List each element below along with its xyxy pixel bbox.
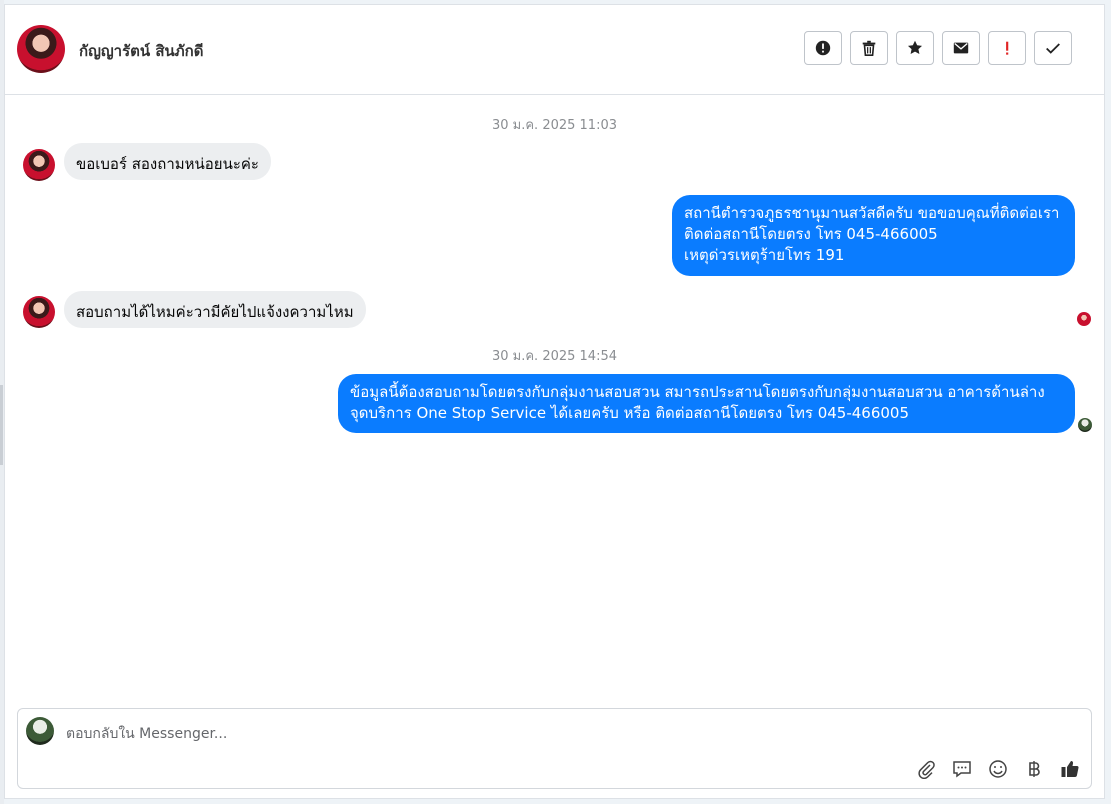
timestamp: 30 ม.ค. 2025 11:03 xyxy=(491,118,618,133)
alert-circle-icon xyxy=(815,40,831,56)
mark-unread-button[interactable] xyxy=(942,31,980,65)
message-line: ข้อมูลนี้ต้องสอบถามโดยตรงกับกลุ่มงานสอบส… xyxy=(350,383,1045,401)
message-line: สถานีตำรวจภูธรชานุมานสวัสดีครับ ขอขอบคุณ… xyxy=(684,204,1060,222)
read-receipt-avatar xyxy=(1078,418,1092,432)
message-line: จุดบริการ One Stop Service ได้เลยครับ หร… xyxy=(350,404,910,422)
exclamation-icon xyxy=(1006,41,1009,55)
mark-done-button[interactable] xyxy=(1034,31,1072,65)
trash-icon xyxy=(862,40,876,57)
message-line: เหตุด่วรเหตุร้ายโทร 191 xyxy=(684,246,845,264)
header-actions xyxy=(804,31,1072,65)
message-line: ติดต่อสถานีโดยตรง โทร 045-466005 xyxy=(684,225,938,243)
payment-button[interactable] xyxy=(1023,758,1045,780)
delete-button[interactable] xyxy=(850,31,888,65)
outgoing-message[interactable]: ข้อมูลนี้ต้องสอบถามโดยตรงกับกลุ่มงานสอบส… xyxy=(338,374,1075,433)
composer-toolbar xyxy=(915,758,1081,780)
read-receipt-avatar xyxy=(1077,312,1091,326)
my-avatar xyxy=(26,717,54,745)
paperclip-icon xyxy=(918,760,935,779)
resize-handle[interactable] xyxy=(0,385,3,465)
sender-avatar[interactable] xyxy=(23,149,55,181)
star-icon xyxy=(907,40,923,55)
like-button[interactable] xyxy=(1059,758,1081,780)
smiley-icon xyxy=(989,760,1007,778)
saved-replies-button[interactable] xyxy=(951,758,973,780)
sender-avatar[interactable] xyxy=(23,296,55,328)
message-list[interactable]: 30 ม.ค. 2025 11:03 ขอเบอร์ สองถามหน่อยนะ… xyxy=(5,95,1104,705)
conversation-panel: กัญญารัตน์ สินภักดี 30 ม.ค. 2025 11:03 ข… xyxy=(4,4,1105,799)
star-button[interactable] xyxy=(896,31,934,65)
envelope-icon xyxy=(953,42,969,54)
message-composer[interactable]: ตอบกลับใน Messenger... xyxy=(17,708,1092,789)
reply-input[interactable]: ตอบกลับใน Messenger... xyxy=(66,723,227,745)
outgoing-message[interactable]: สถานีตำรวจภูธรชานุมานสวัสดีครับ ขอขอบคุณ… xyxy=(672,195,1075,276)
thumbs-up-icon xyxy=(1061,761,1079,777)
check-icon xyxy=(1046,43,1060,54)
report-button[interactable] xyxy=(804,31,842,65)
chat-bubble-icon xyxy=(953,761,971,778)
emoji-button[interactable] xyxy=(987,758,1009,780)
incoming-message[interactable]: ขอเบอร์ สองถามหน่อยนะค่ะ xyxy=(64,143,271,180)
contact-name[interactable]: กัญญารัตน์ สินภักดี xyxy=(79,39,203,63)
baht-icon xyxy=(1029,761,1040,777)
attach-button[interactable] xyxy=(915,758,937,780)
conversation-header: กัญญารัตน์ สินภักดี xyxy=(5,5,1104,95)
incoming-message[interactable]: สอบถามได้ไหมค่ะวามีคัยไปแจ้งงความไหม xyxy=(64,291,366,328)
important-button[interactable] xyxy=(988,31,1026,65)
timestamp: 30 ม.ค. 2025 14:54 xyxy=(491,349,618,364)
contact-avatar[interactable] xyxy=(17,25,65,73)
